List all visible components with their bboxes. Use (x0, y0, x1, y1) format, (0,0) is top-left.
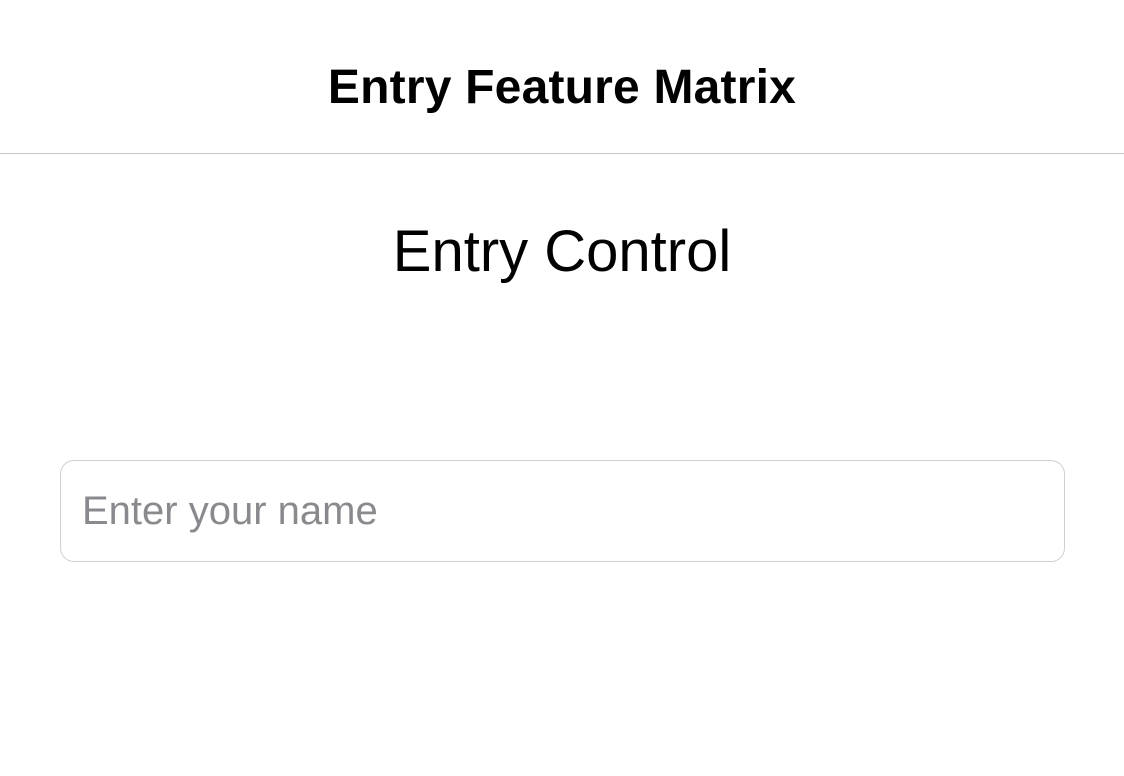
app-screen: Entry Feature Matrix Entry Control (0, 0, 1124, 776)
page-title: Entry Feature Matrix (327, 61, 797, 114)
name-input[interactable] (60, 460, 1065, 562)
main-content: Entry Control (0, 155, 1124, 776)
navigation-bar: Entry Feature Matrix (0, 0, 1124, 154)
section-heading: Entry Control (392, 219, 732, 284)
